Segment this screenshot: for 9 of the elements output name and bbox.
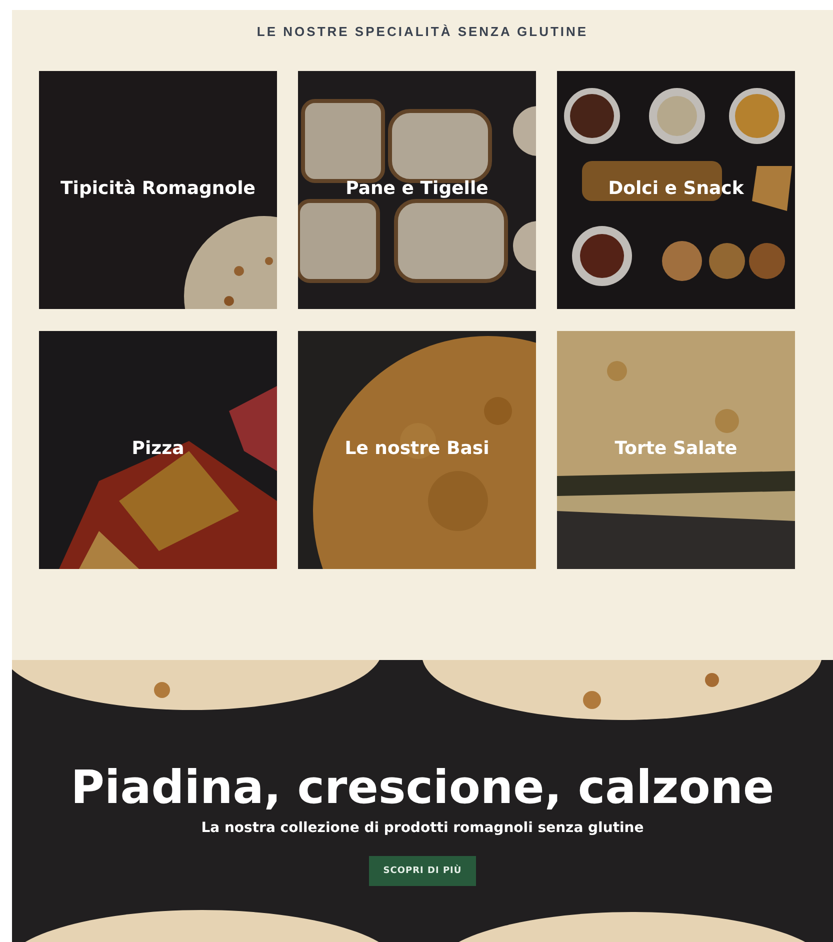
section-title: LE NOSTRE SPECIALITÀ SENZA GLUTINE — [256, 24, 590, 39]
category-tile[interactable]: Pizza — [39, 331, 277, 569]
hero-title: Piadina, crescione, calzone — [70, 760, 774, 814]
category-tile[interactable]: Dolci e Snack — [557, 71, 795, 309]
category-tile[interactable]: Le nostre Basi — [298, 331, 536, 569]
category-tile[interactable]: Tipicità Romagnole — [39, 71, 277, 309]
discover-button[interactable]: SCOPRI DI PIÙ — [369, 856, 476, 886]
category-tile[interactable]: Pane e Tigelle — [298, 71, 536, 309]
hero-subtitle: La nostra collezione di prodotti romagnoli senza glutine — [201, 820, 644, 836]
